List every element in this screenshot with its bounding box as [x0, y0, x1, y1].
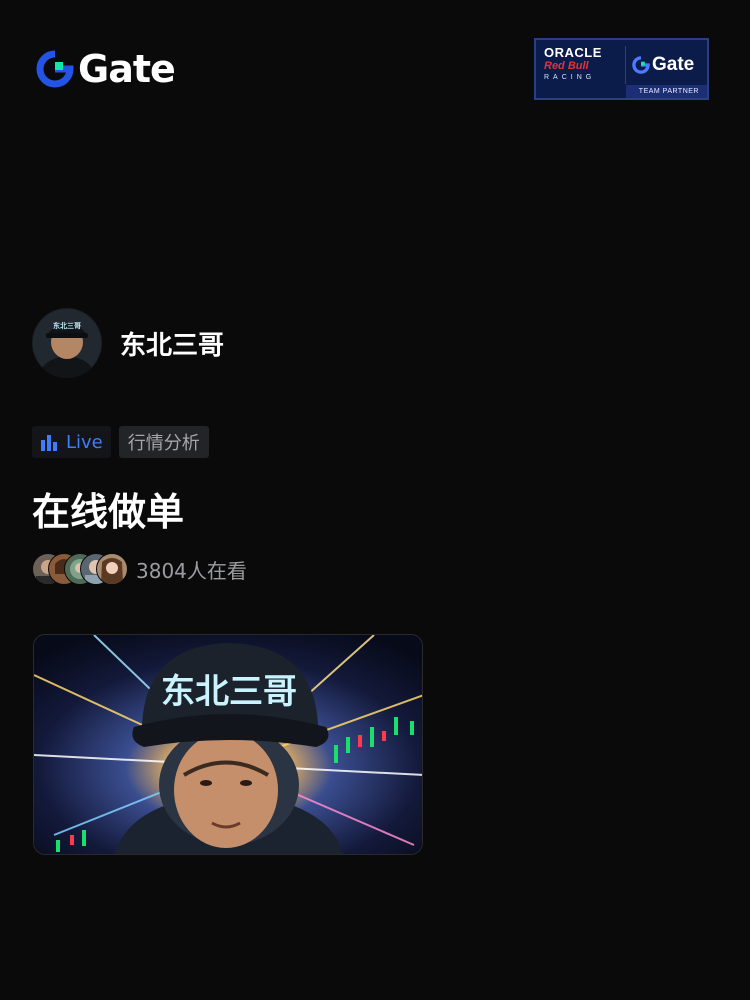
- bar-chart-icon: [41, 435, 57, 451]
- host-name[interactable]: 东北三哥: [120, 325, 224, 362]
- stream-thumbnail[interactable]: 东北三哥: [33, 634, 423, 855]
- team-partner-badge: ORACLE Red Bull RACING Gate TEAM PARTNER: [534, 38, 709, 100]
- brand-name: Gate: [78, 47, 176, 91]
- racing-text: RACING: [544, 74, 596, 81]
- viewer-avatars: [32, 553, 128, 585]
- gate-logo-icon: [36, 50, 74, 88]
- oracle-text: ORACLE: [544, 45, 602, 60]
- viewer-info: 3804人在看: [32, 553, 247, 585]
- avatar-cap-text: 东北三哥: [53, 321, 81, 330]
- team-partner-label: TEAM PARTNER: [626, 85, 707, 98]
- viewer-count: 3804人在看: [136, 558, 247, 583]
- host-info[interactable]: 东北三哥 东北三哥: [32, 308, 224, 378]
- redbull-text: Red Bull: [544, 60, 589, 72]
- viewer-avatar: [96, 553, 128, 585]
- badge-gate-text: Gate: [652, 54, 695, 75]
- badge-divider: [625, 46, 626, 84]
- host-avatar[interactable]: 东北三哥: [32, 308, 102, 378]
- category-tag[interactable]: 行情分析: [118, 426, 209, 458]
- live-tag: Live: [32, 426, 111, 458]
- stream-title: 在线做单: [32, 490, 185, 534]
- gate-logo[interactable]: Gate: [36, 47, 176, 91]
- stream-tags: Live 行情分析: [32, 426, 209, 458]
- gate-logo-icon: [632, 56, 650, 74]
- live-label: Live: [66, 431, 103, 453]
- thumbnail-cap-text: 东北三哥: [161, 672, 297, 712]
